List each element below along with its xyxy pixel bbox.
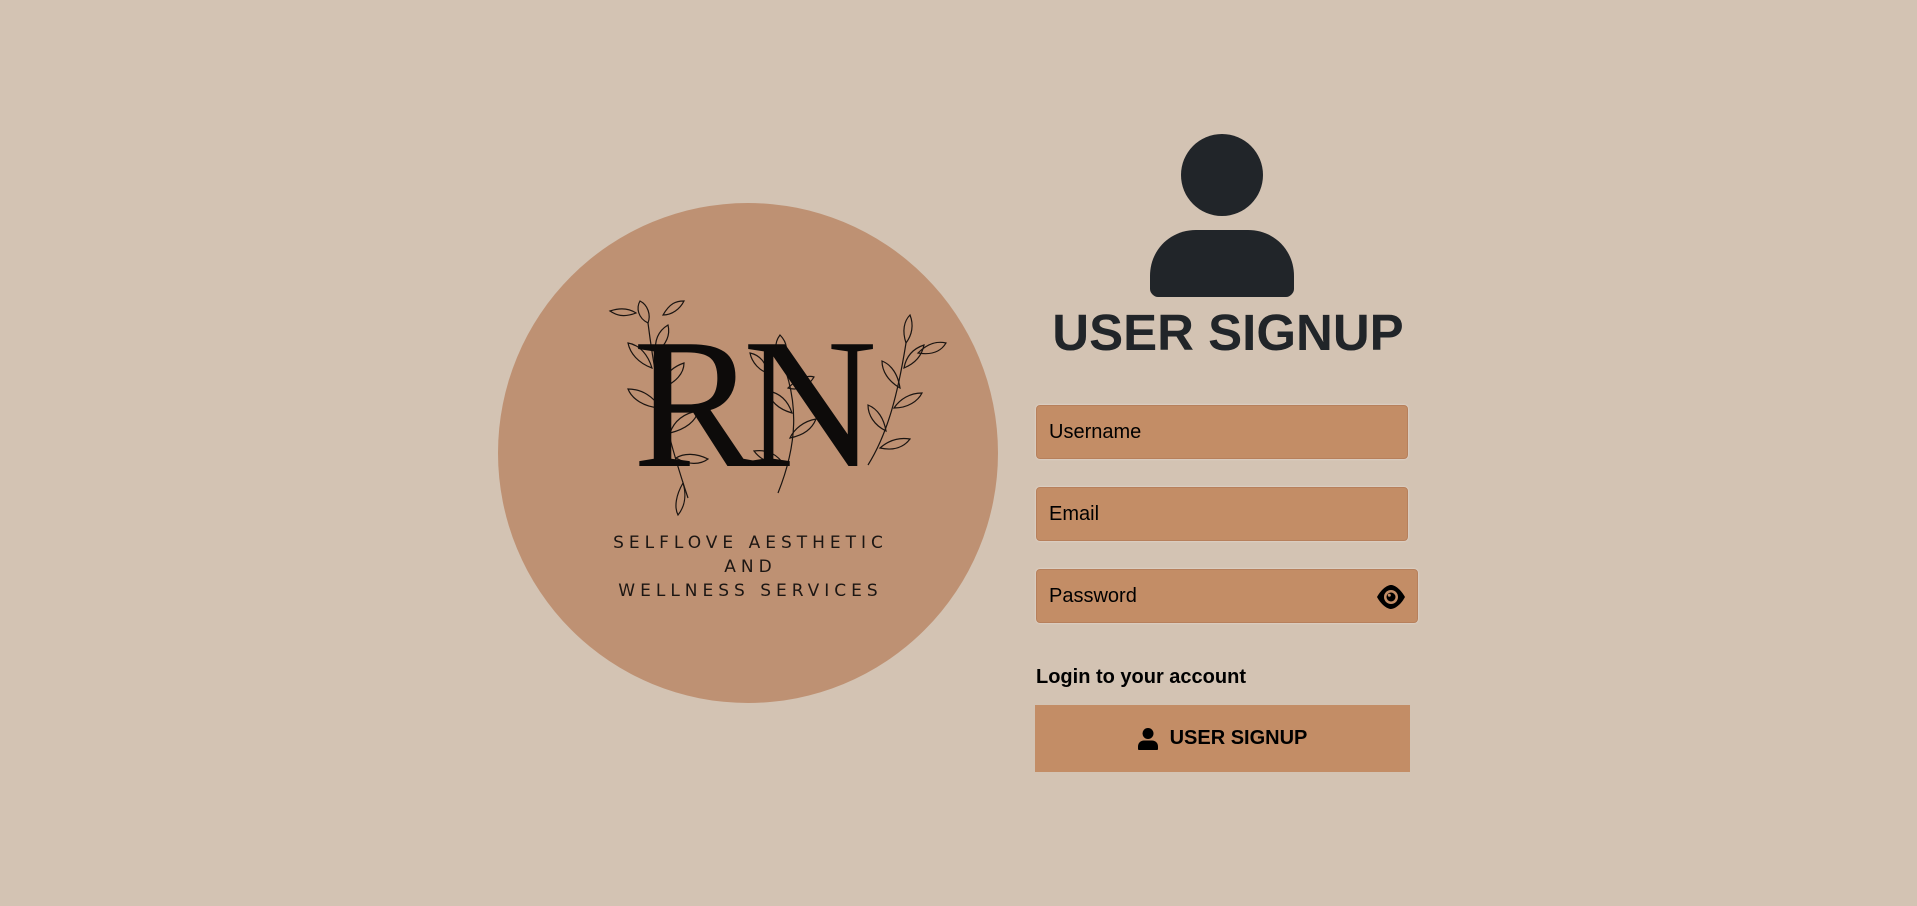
username-input[interactable] <box>1037 406 1407 458</box>
email-input[interactable] <box>1037 488 1407 540</box>
page-title: USER SIGNUP <box>1052 304 1404 361</box>
tagline-line: AND <box>724 557 777 577</box>
logo-monogram: RN <box>632 301 877 507</box>
user-signup-button[interactable]: USER SIGNUP <box>1035 705 1410 772</box>
email-field-wrapper <box>1036 487 1408 541</box>
user-icon <box>1137 727 1158 750</box>
login-link[interactable]: Login to your account <box>1036 665 1246 689</box>
username-field-wrapper <box>1036 405 1408 459</box>
password-field-wrapper <box>1036 569 1418 623</box>
signup-button-label: USER SIGNUP <box>1169 727 1308 749</box>
tagline-line: SELFLOVE AESTHETIC <box>613 533 888 553</box>
password-input[interactable] <box>1037 570 1417 622</box>
eye-icon[interactable] <box>1376 583 1406 611</box>
brand-logo: RN SELFLOVE AESTHETIC AND WELLNESS SERVI… <box>498 203 998 703</box>
logo-tagline: SELFLOVE AESTHETIC AND WELLNESS SERVICES <box>498 531 998 603</box>
user-icon <box>1150 134 1294 297</box>
tagline-line: WELLNESS SERVICES <box>618 581 883 601</box>
